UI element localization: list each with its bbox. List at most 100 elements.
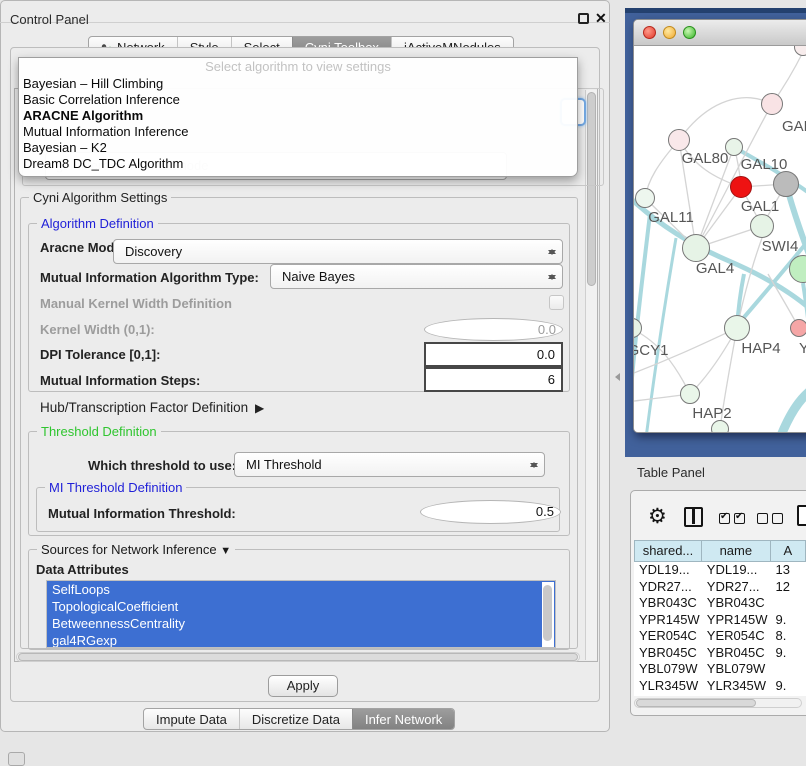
chevron-down-icon[interactable]: ▼ (220, 545, 231, 557)
dropdown-item[interactable]: Basic Correlation Inference (19, 92, 577, 108)
combo-arrows-icon (529, 457, 537, 473)
node-label: GCY1 (634, 342, 668, 359)
network-node-hap2[interactable] (680, 384, 700, 404)
chevron-right-icon: ▶ (252, 401, 265, 415)
dropdown-item[interactable]: Bayesian – K2 (19, 140, 577, 156)
network-node-gal4[interactable] (682, 234, 710, 262)
network-canvas[interactable]: GALGAL80GAL10GAL11GAL1GAL4SWI4GCY1HAP4YH… (634, 46, 806, 433)
network-node-hap4[interactable] (724, 315, 750, 341)
table-cell: YLR345W (702, 678, 771, 695)
network-node-gal80[interactable] (668, 129, 690, 151)
screen: { "colors": { "label_blue": "#1f1fd8", "… (0, 0, 806, 762)
manual-kernel-label: Manual Kernel Width Definition (40, 296, 232, 311)
tab-label: Discretize Data (252, 709, 340, 730)
settings-horizontal-scrollbar[interactable] (16, 652, 580, 662)
table-cell: YDL19... (702, 562, 771, 579)
split-view-icon[interactable] (684, 507, 703, 527)
node-label: GAL (782, 118, 806, 135)
kernel-width-field[interactable]: 0.0 (424, 318, 563, 341)
mi-threshold-field[interactable]: 0.5 (420, 500, 561, 524)
scrollbar-thumb[interactable] (636, 699, 756, 707)
network-node-gal1[interactable] (750, 214, 774, 238)
unchecked-columns-icon[interactable] (757, 513, 783, 524)
splitter-handle-icon[interactable] (611, 373, 620, 381)
combo-arrows-icon (547, 244, 555, 260)
node-label: Y (799, 340, 806, 357)
minimize-traffic-light-icon[interactable] (663, 26, 676, 39)
table-cell: 13 (770, 562, 806, 579)
network-node[interactable] (773, 171, 799, 197)
table-row[interactable]: YDL19...YDL19...13 (634, 562, 806, 579)
network-window: GALGAL80GAL10GAL11GAL1GAL4SWI4GCY1HAP4YH… (633, 19, 806, 433)
tab-infer-network[interactable]: Infer Network (352, 709, 454, 729)
manual-kernel-checkbox[interactable] (549, 295, 564, 310)
node-label: SWI4 (762, 238, 799, 255)
algorithm-dropdown-popup: Select algorithm to view settings Bayesi… (18, 57, 578, 177)
table-row[interactable]: YIL052CYIL052C9 (634, 694, 806, 696)
node-table: shared...nameA YDL19...YDL19...13YDR27..… (634, 540, 806, 696)
zoom-traffic-light-icon[interactable] (683, 26, 696, 39)
float-window-icon[interactable] (578, 13, 589, 24)
table-row[interactable]: YBL079WYBL079W (634, 661, 806, 678)
table-column-header[interactable]: A (771, 540, 806, 562)
dropdown-item[interactable]: Dream8 DC_TDC Algorithm (19, 156, 577, 172)
table-column-header[interactable]: shared... (634, 540, 702, 562)
network-node-y[interactable] (790, 319, 806, 337)
dropdown-item[interactable]: Bayesian – Hill Climbing (19, 76, 577, 92)
table-horizontal-scrollbar[interactable] (634, 698, 802, 708)
data-attributes-label: Data Attributes (36, 562, 129, 577)
group-title: Algorithm Definition (37, 216, 158, 231)
scrollbar-thumb[interactable] (543, 585, 552, 641)
table-cell: YBL079W (634, 661, 702, 678)
mi-type-combo[interactable]: Naive Bayes (270, 264, 563, 289)
network-node-gal[interactable] (761, 93, 783, 115)
checkbox-icon (772, 513, 783, 524)
node-label: HAP4 (741, 340, 780, 357)
table-column-header[interactable]: name (702, 540, 771, 562)
table-body: YDL19...YDL19...13YDR27...YDR27...12YBR0… (634, 562, 806, 696)
dropdown-items: Bayesian – Hill ClimbingBasic Correlatio… (19, 76, 577, 172)
aracne-mode-combo[interactable]: Discovery (113, 239, 563, 264)
tab-impute-data[interactable]: Impute Data (144, 709, 239, 729)
apply-button[interactable]: Apply (268, 675, 338, 697)
table-cell: YBL079W (702, 661, 771, 678)
table-cell: YPR145W (702, 612, 771, 629)
network-node[interactable] (730, 176, 752, 198)
hub-definition-expander[interactable]: Hub/Transcription Factor Definition ▶ (40, 400, 264, 415)
dropdown-item[interactable]: Mutual Information Inference (19, 124, 577, 140)
scrollbar-thumb[interactable] (18, 653, 578, 661)
close-traffic-light-icon[interactable] (643, 26, 656, 39)
tab-label: Impute Data (156, 709, 227, 730)
table-row[interactable]: YPR145WYPR145W9. (634, 612, 806, 629)
combo-value: Discovery (125, 244, 182, 259)
table-cell: YBR045C (702, 645, 771, 662)
network-node[interactable] (711, 420, 729, 433)
close-icon[interactable]: ✕ (595, 10, 607, 27)
table-row[interactable]: YBR045CYBR045C9. (634, 645, 806, 662)
table-row[interactable]: YBR043CYBR043C (634, 595, 806, 612)
node-label: GAL10 (741, 156, 788, 173)
data-attributes-list[interactable]: SelfLoopsTopologicalCoefficientBetweenne… (46, 580, 556, 648)
sources-title: Sources for Network Inference (41, 542, 217, 557)
network-node-gal10[interactable] (725, 138, 743, 156)
table-cell: 9. (770, 678, 806, 695)
network-node-gal11[interactable] (635, 188, 655, 208)
table-row[interactable]: YDR27...YDR27...12 (634, 579, 806, 596)
attribute-list-item[interactable]: gal4RGexp (47, 632, 555, 648)
dpi-tolerance-field[interactable]: 0.0 (424, 342, 563, 367)
checked-columns-icon[interactable] (719, 513, 745, 524)
tab-discretize-data[interactable]: Discretize Data (239, 709, 352, 729)
attribute-list-item[interactable]: SelfLoops (47, 581, 555, 598)
attribute-list-item[interactable]: TopologicalCoefficient (47, 598, 555, 615)
attribute-list-item[interactable]: BetweennessCentrality (47, 615, 555, 632)
panel-grip-button[interactable] (8, 752, 25, 766)
mi-steps-field[interactable]: 6 (424, 367, 563, 392)
which-threshold-combo[interactable]: MI Threshold (234, 452, 545, 477)
list-vertical-scrollbar[interactable] (542, 582, 554, 648)
table-cell: YIL052C (634, 694, 702, 696)
table-row[interactable]: YLR345WYLR345W9. (634, 678, 806, 695)
gear-icon[interactable]: ⚙ (648, 505, 667, 529)
table-row[interactable]: YER054CYER054C8. (634, 628, 806, 645)
file-icon[interactable] (797, 505, 806, 526)
dropdown-item[interactable]: ARACNE Algorithm (19, 108, 577, 124)
